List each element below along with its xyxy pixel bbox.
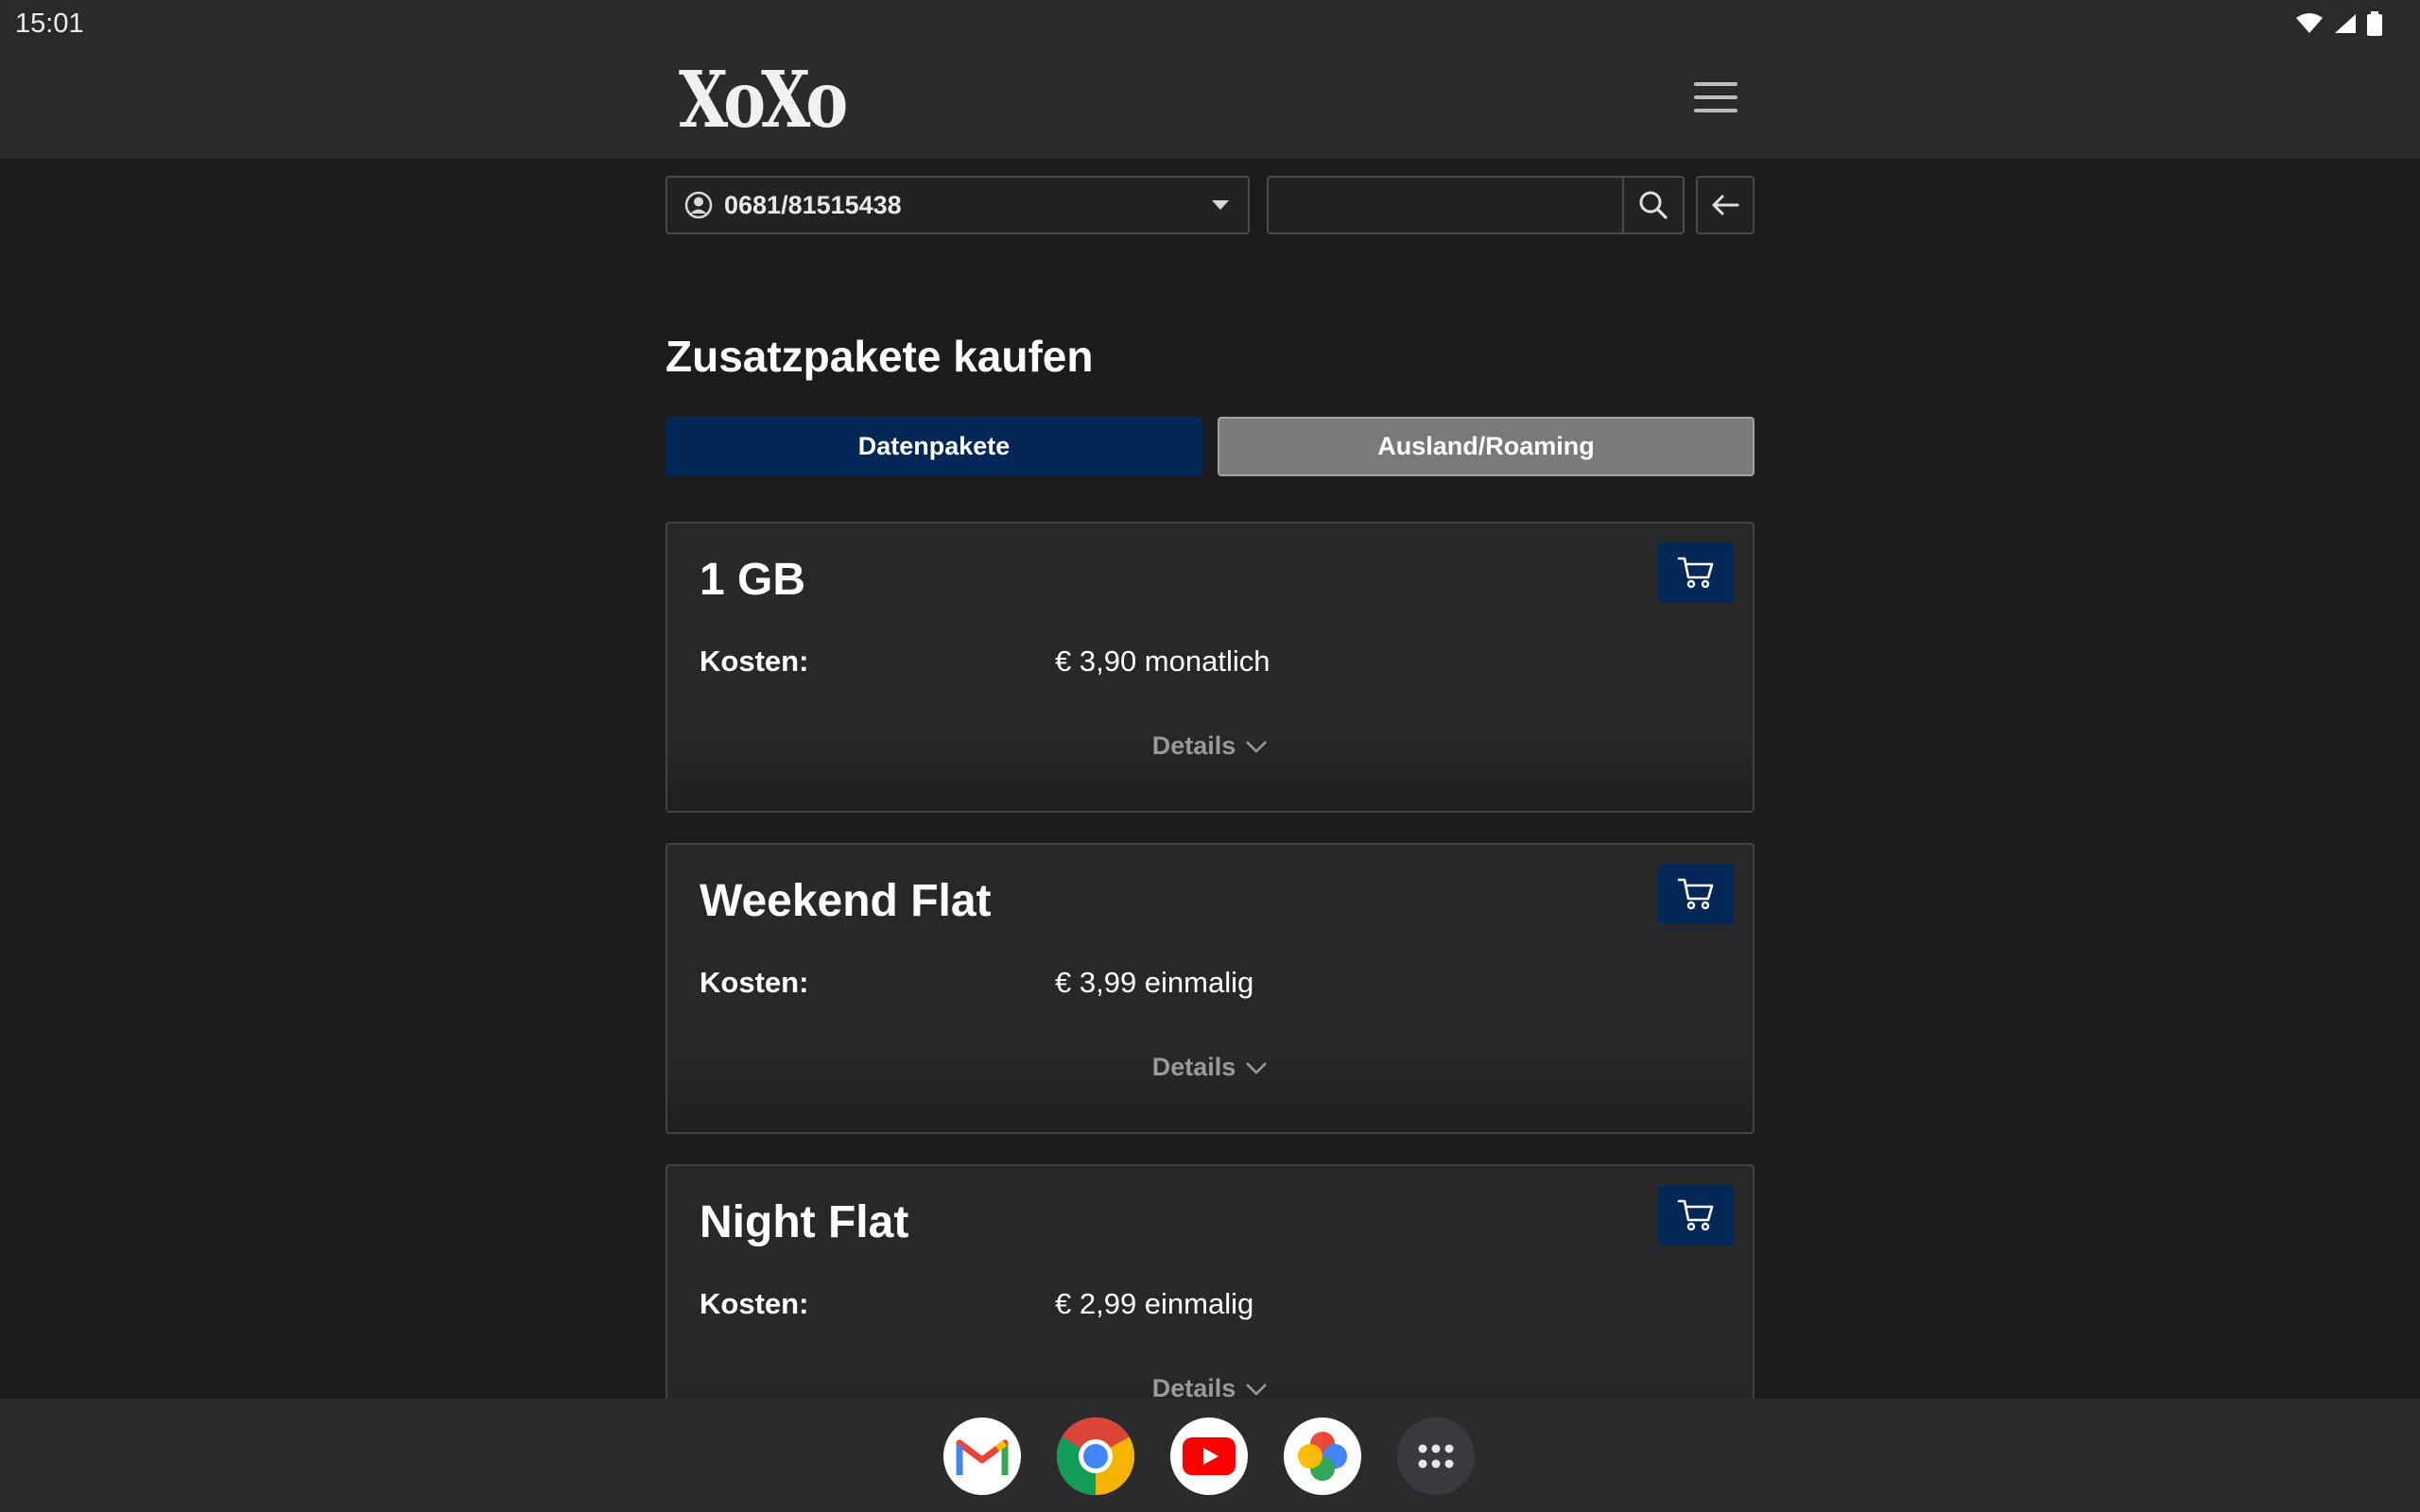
chevron-down-icon: [1246, 740, 1268, 753]
status-bar: 15:01: [0, 0, 2420, 47]
search-input[interactable]: [1269, 178, 1622, 232]
tab-ausland-roaming[interactable]: Ausland/Roaming: [1218, 417, 1754, 476]
search-box: [1267, 176, 1685, 234]
app-launcher-icon[interactable]: [1397, 1418, 1475, 1495]
chevron-down-icon: [1246, 1383, 1268, 1396]
package-tabs: Datenpakete Ausland/Roaming: [666, 417, 1754, 476]
user-circle-icon: [684, 191, 713, 219]
package-title: Night Flat: [700, 1197, 909, 1247]
cart-icon: [1677, 878, 1714, 910]
photos-icon[interactable]: [1284, 1418, 1361, 1495]
status-time: 15:01: [15, 8, 84, 39]
package-card-weekend-flat: Weekend Flat Kosten: € 3,99 einmalig Det…: [666, 843, 1754, 1134]
phone-number-select[interactable]: 0681/81515438: [666, 176, 1250, 234]
controls-row: 0681/81515438: [666, 176, 1754, 234]
tab-datenpakete[interactable]: Datenpakete: [666, 417, 1202, 476]
youtube-icon[interactable]: [1170, 1418, 1248, 1495]
search-icon: [1639, 191, 1668, 219]
details-toggle[interactable]: Details: [667, 1053, 1753, 1082]
package-card-1gb: 1 GB Kosten: € 3,90 monatlich Details: [666, 522, 1754, 813]
phone-number-value: 0681/81515438: [724, 190, 902, 219]
status-icons: [2295, 11, 2382, 36]
add-to-cart-button[interactable]: [1658, 542, 1734, 603]
battery-icon: [2367, 11, 2382, 36]
logo[interactable]: XoXo: [679, 55, 848, 146]
package-title: 1 GB: [700, 555, 806, 605]
details-toggle[interactable]: Details: [667, 731, 1753, 761]
site-header: XoXo: [0, 47, 2420, 159]
cart-icon: [1677, 1199, 1714, 1231]
cost-value: € 3,90 monatlich: [1055, 644, 1270, 678]
chevron-down-icon: [1212, 200, 1229, 210]
cost-value: € 2,99 einmalig: [1055, 1287, 1254, 1320]
add-to-cart-button[interactable]: [1658, 864, 1734, 924]
cart-icon: [1677, 557, 1714, 589]
signal-icon: [2335, 14, 2356, 33]
details-label: Details: [1151, 731, 1236, 760]
gmail-icon[interactable]: [943, 1418, 1021, 1495]
hamburger-menu-icon[interactable]: [1692, 77, 1739, 117]
package-title: Weekend Flat: [700, 876, 992, 926]
chrome-icon[interactable]: [1057, 1418, 1134, 1495]
details-label: Details: [1151, 1053, 1236, 1081]
arrow-left-icon: [1712, 195, 1739, 215]
cost-label: Kosten:: [700, 1287, 809, 1320]
cost-label: Kosten:: [700, 644, 809, 678]
search-button[interactable]: [1622, 178, 1683, 232]
page-title: Zusatzpakete kaufen: [666, 332, 1094, 381]
chevron-down-icon: [1246, 1061, 1268, 1074]
cost-label: Kosten:: [700, 966, 809, 999]
cost-value: € 3,99 einmalig: [1055, 966, 1254, 999]
taskbar: [0, 1399, 2420, 1512]
add-to-cart-button[interactable]: [1658, 1185, 1734, 1246]
wifi-icon: [2296, 13, 2323, 33]
back-button[interactable]: [1696, 176, 1754, 234]
